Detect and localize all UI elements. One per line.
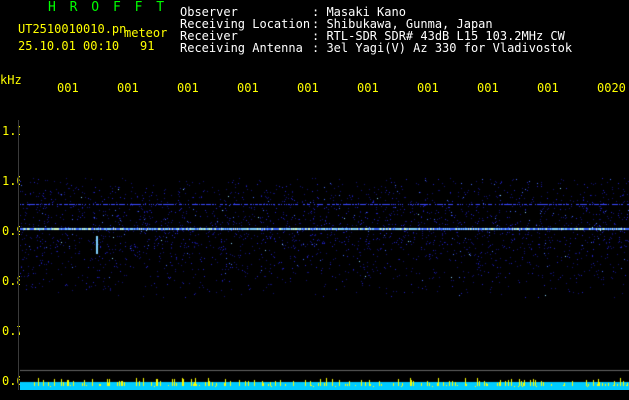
time-tick: 001	[417, 81, 439, 95]
axis-unit-label: kHz	[0, 73, 22, 87]
time-tick: 001	[297, 81, 319, 95]
spectrogram-canvas	[20, 120, 629, 390]
time-tick: 001	[117, 81, 139, 95]
date-time: 25.10.01 00:10	[18, 39, 120, 53]
file-name: UT2510010010.pn	[18, 22, 127, 36]
info-key-antenna: Receiving Antenna	[180, 41, 303, 55]
detection-count: 91	[140, 39, 155, 53]
app-brand: H R O F F T	[48, 0, 168, 15]
time-tick: 001	[177, 81, 199, 95]
time-tick: 001	[477, 81, 499, 95]
type-label: meteor	[124, 26, 168, 40]
time-tick: 001	[537, 81, 559, 95]
plot-left-edge	[18, 120, 19, 390]
time-tick: 001	[57, 81, 79, 95]
time-tick: 001	[237, 81, 259, 95]
time-tick: 0020	[597, 81, 626, 95]
time-tick: 001	[357, 81, 379, 95]
info-value-antenna: : 3el Yagi(V) Az 330 for Vladivostok	[312, 41, 573, 55]
